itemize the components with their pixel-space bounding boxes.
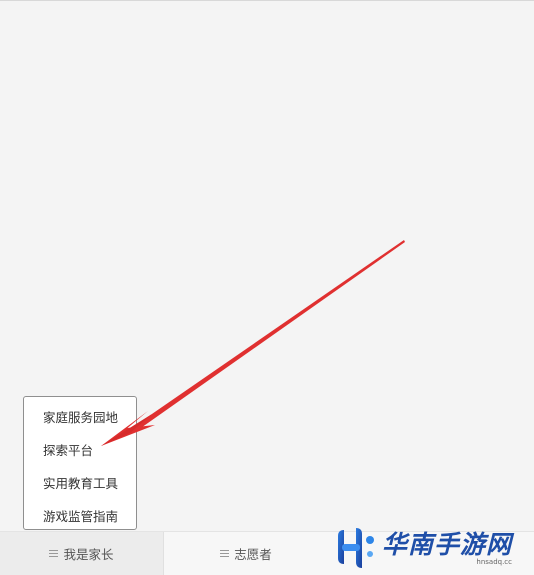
tab-volunteer-label: 志愿者 xyxy=(234,547,272,562)
brand-logo-icon xyxy=(338,527,374,568)
watermark-title: 华南手游网 xyxy=(382,529,513,559)
tab-volunteer[interactable]: 志愿者 xyxy=(164,532,328,575)
tab-parent[interactable]: 我是家长 xyxy=(0,532,164,575)
menu-icon xyxy=(220,550,230,557)
menu-icon xyxy=(49,550,59,557)
watermark: 华南手游网 hnsadq.cc xyxy=(326,520,534,575)
top-divider xyxy=(0,0,534,1)
tab-parent-label: 我是家长 xyxy=(63,547,114,562)
popup-menu: 家庭服务园地 探索平台 实用教育工具 游戏监管指南 xyxy=(23,396,137,530)
menu-item-game-guide[interactable]: 游戏监管指南 xyxy=(24,500,136,533)
menu-item-explore-platform[interactable]: 探索平台 xyxy=(24,434,136,467)
menu-item-family-service[interactable]: 家庭服务园地 xyxy=(24,401,136,434)
arrow-shaft xyxy=(136,240,405,430)
menu-item-education-tools[interactable]: 实用教育工具 xyxy=(24,467,136,500)
